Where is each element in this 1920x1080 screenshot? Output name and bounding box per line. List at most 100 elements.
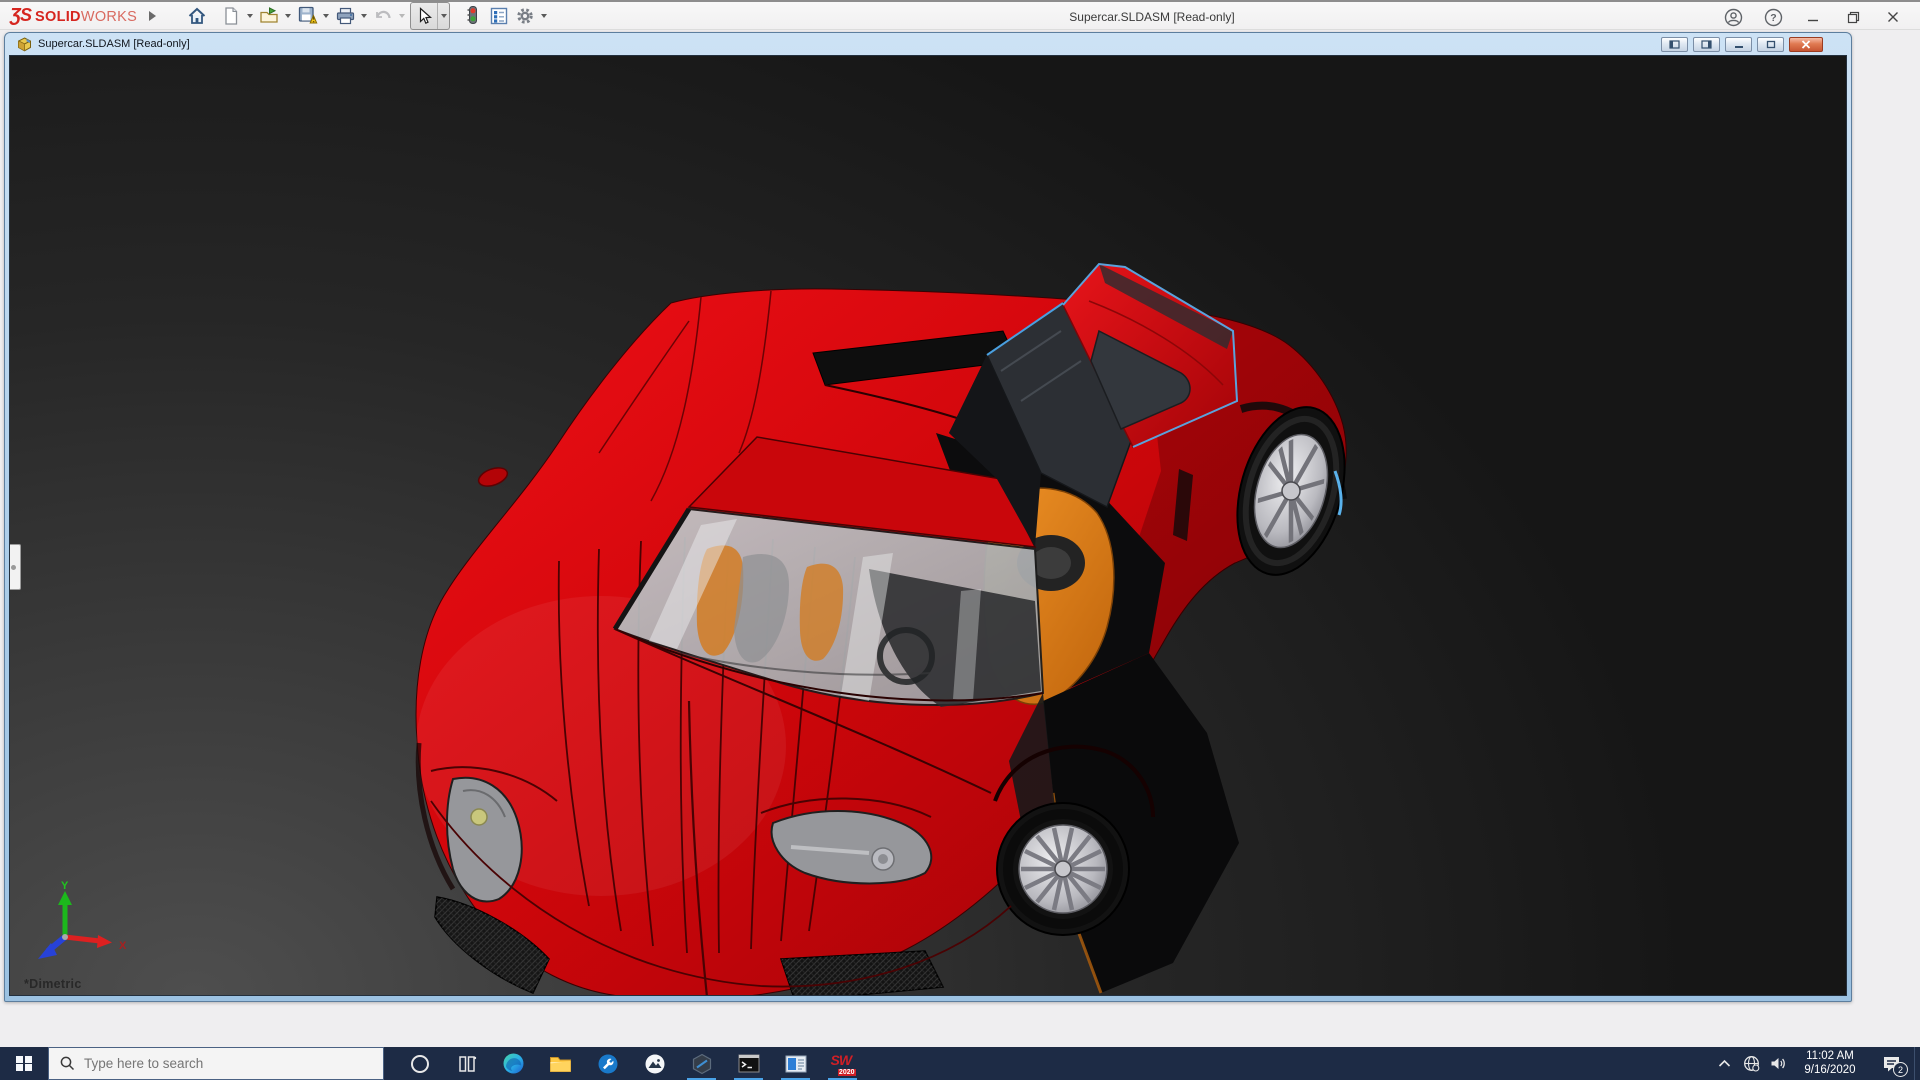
svg-text:?: ? bbox=[1770, 12, 1776, 24]
windows-logo-icon bbox=[16, 1056, 32, 1072]
3d-model-supercar[interactable] bbox=[10, 56, 1847, 996]
doc-minimize-button[interactable] bbox=[1725, 37, 1752, 52]
featuremanager-splitter-handle[interactable] bbox=[9, 544, 21, 590]
open-icon bbox=[259, 6, 280, 26]
system-window-icon bbox=[785, 1055, 807, 1073]
settings-button[interactable] bbox=[512, 3, 538, 29]
doc-restore-icon bbox=[1766, 40, 1776, 49]
taskbar-clock[interactable]: 11:02 AM 9/16/2020 bbox=[1792, 1050, 1868, 1077]
undo-dropdown[interactable] bbox=[396, 3, 408, 29]
volume-button[interactable] bbox=[1765, 1047, 1792, 1080]
document-titlebar[interactable]: Supercar.SLDASM [Read-only] bbox=[9, 33, 1847, 55]
clock-date: 9/16/2020 bbox=[1794, 1064, 1866, 1078]
triad-x-label: X bbox=[119, 940, 127, 952]
action-center-button[interactable]: 2 bbox=[1868, 1047, 1914, 1080]
document-window-buttons bbox=[1656, 37, 1823, 52]
taskbar: SW 2020 11:02 AM 9/16/2020 2 bbox=[0, 1047, 1920, 1080]
edge-icon bbox=[502, 1052, 525, 1075]
new-document-icon bbox=[221, 6, 241, 26]
open-button[interactable] bbox=[256, 3, 282, 29]
taskbar-system-window[interactable] bbox=[772, 1047, 819, 1080]
solidworks-2020-icon: SW 2020 bbox=[830, 1052, 856, 1076]
save-dropdown[interactable] bbox=[320, 3, 332, 29]
close-icon bbox=[1887, 11, 1899, 23]
help-button[interactable]: ? bbox=[1756, 4, 1790, 30]
evaluate-options-icon bbox=[489, 6, 509, 26]
graphics-viewport[interactable]: Y X *Dimetric bbox=[9, 55, 1847, 996]
doc-minimize-icon bbox=[1734, 40, 1744, 49]
minimize-icon bbox=[1807, 11, 1819, 23]
new-document-dropdown[interactable] bbox=[244, 3, 256, 29]
minimize-button[interactable] bbox=[1796, 4, 1830, 30]
taskbar-apps: SW 2020 bbox=[396, 1047, 866, 1080]
save-button[interactable] bbox=[294, 3, 320, 29]
user-account-icon bbox=[1724, 8, 1743, 27]
doc-restore-button[interactable] bbox=[1757, 37, 1784, 52]
taskbar-cortana[interactable] bbox=[396, 1047, 443, 1080]
close-button[interactable] bbox=[1876, 4, 1910, 30]
taskbar-admin-tools[interactable] bbox=[584, 1047, 631, 1080]
evaluate-options-button[interactable] bbox=[486, 3, 512, 29]
home-icon bbox=[187, 6, 207, 26]
doc-close-icon bbox=[1801, 40, 1811, 49]
print-dropdown[interactable] bbox=[358, 3, 370, 29]
quick-access-toolbar bbox=[184, 2, 550, 30]
show-desktop-button[interactable] bbox=[1914, 1047, 1920, 1080]
assembly-icon bbox=[17, 37, 32, 52]
document-title: Supercar.SLDASM [Read-only] bbox=[38, 38, 1656, 50]
restore-icon bbox=[1847, 11, 1860, 24]
cortana-icon bbox=[410, 1054, 430, 1074]
notification-badge: 2 bbox=[1893, 1062, 1908, 1077]
settings-dropdown[interactable] bbox=[538, 3, 550, 29]
search-input[interactable] bbox=[84, 1056, 344, 1071]
network-button[interactable] bbox=[1738, 1047, 1765, 1080]
doc-close-button[interactable] bbox=[1789, 37, 1823, 52]
orientation-triad[interactable]: Y X bbox=[24, 879, 139, 971]
photos-icon bbox=[644, 1053, 666, 1075]
view-orientation-label: *Dimetric bbox=[24, 977, 82, 991]
open-dropdown[interactable] bbox=[282, 3, 294, 29]
save-icon bbox=[297, 5, 318, 26]
new-document-button[interactable] bbox=[218, 3, 244, 29]
workspace: Supercar.SLDASM [Read-only] bbox=[0, 30, 1920, 1047]
pane-right-button[interactable] bbox=[1693, 37, 1720, 52]
system-tray: 11:02 AM 9/16/2020 2 bbox=[1711, 1047, 1920, 1080]
document-window: Supercar.SLDASM [Read-only] bbox=[4, 32, 1852, 1002]
pane-left-icon bbox=[1669, 40, 1680, 49]
print-button[interactable] bbox=[332, 3, 358, 29]
pane-left-button[interactable] bbox=[1661, 37, 1688, 52]
account-button[interactable] bbox=[1716, 4, 1750, 30]
home-button[interactable] bbox=[184, 3, 210, 29]
restore-button[interactable] bbox=[1836, 4, 1870, 30]
search-icon bbox=[60, 1056, 75, 1071]
network-globe-icon bbox=[1743, 1055, 1760, 1072]
print-icon bbox=[335, 6, 356, 26]
start-button[interactable] bbox=[0, 1047, 48, 1080]
taskbar-photos[interactable] bbox=[631, 1047, 678, 1080]
volume-icon bbox=[1770, 1056, 1787, 1071]
rebuild-traffic-light-icon bbox=[464, 5, 482, 26]
undo-button[interactable] bbox=[370, 3, 396, 29]
brand-mark: ƷS bbox=[10, 5, 31, 26]
task-view-icon bbox=[457, 1054, 477, 1074]
hex-utility-icon bbox=[691, 1053, 713, 1075]
undo-icon bbox=[373, 6, 393, 26]
taskbar-search[interactable] bbox=[48, 1047, 384, 1080]
select-tool-dropdown[interactable] bbox=[437, 3, 449, 29]
rebuild-button[interactable] bbox=[460, 3, 486, 29]
pane-right-icon bbox=[1701, 40, 1712, 49]
app-titlebar[interactable]: ƷSSOLIDWORKS bbox=[0, 0, 1920, 30]
command-prompt-icon bbox=[738, 1054, 760, 1073]
taskbar-command-prompt[interactable] bbox=[725, 1047, 772, 1080]
taskbar-task-view[interactable] bbox=[443, 1047, 490, 1080]
taskbar-file-explorer[interactable] bbox=[537, 1047, 584, 1080]
select-tool-button[interactable] bbox=[411, 3, 437, 29]
settings-gear-icon bbox=[515, 6, 535, 26]
select-tool-segment bbox=[410, 2, 450, 30]
taskbar-solidworks[interactable]: SW 2020 bbox=[819, 1047, 866, 1080]
triad-y-label: Y bbox=[61, 880, 69, 892]
hidden-icons-button[interactable] bbox=[1711, 1047, 1738, 1080]
menu-flyout-arrow-icon[interactable] bbox=[149, 11, 156, 21]
taskbar-hex-utility[interactable] bbox=[678, 1047, 725, 1080]
taskbar-edge[interactable] bbox=[490, 1047, 537, 1080]
